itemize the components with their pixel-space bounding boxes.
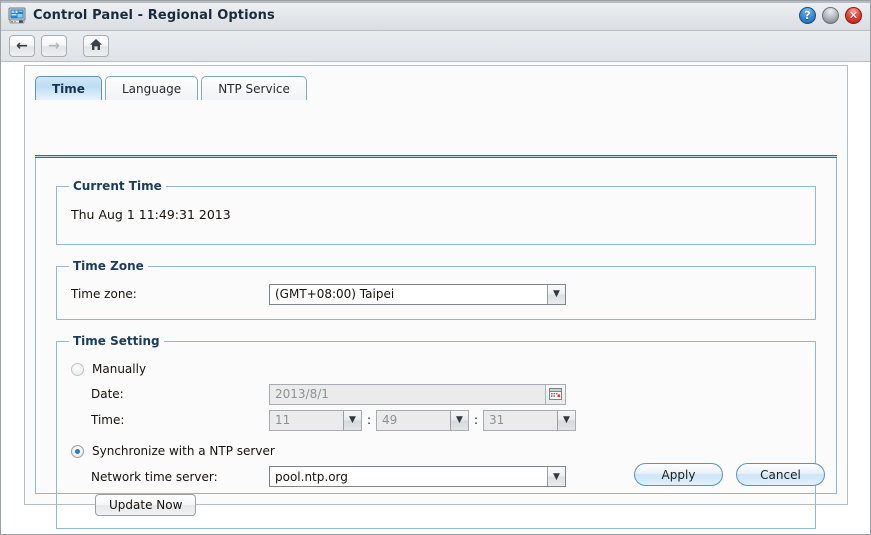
tab-bar: Time Language NTP Service [35,75,847,100]
minimize-icon [823,8,838,23]
update-now-button[interactable]: Update Now [95,494,197,516]
manual-radio-row[interactable]: Manually [67,357,805,381]
time-zone-legend: Time Zone [73,259,144,273]
close-icon: ✕ [848,9,859,22]
apply-button[interactable]: Apply [634,463,723,486]
date-value: 2013/8/1 [275,387,329,401]
chevron-down-icon: ▼ [547,467,565,486]
hour-select[interactable]: 11 ▼ [269,409,362,431]
second-value: 31 [489,413,505,427]
application-window: Control Panel - Regional Options ? ✕ ← → [0,0,871,535]
control-panel-icon [8,7,26,24]
tab-language[interactable]: Language [104,76,199,100]
time-separator: : [366,413,372,427]
chevron-down-icon: ▼ [557,410,575,430]
chevron-down-icon: ▼ [547,284,565,304]
date-field[interactable]: 2013/8/1 [269,383,566,405]
time-label: Time: [91,413,125,427]
forward-button[interactable]: → [41,35,67,57]
minute-select[interactable]: 49 ▼ [376,409,469,431]
manual-radio-label: Manually [92,362,147,376]
current-time-legend: Current Time [73,179,162,193]
date-label: Date: [91,387,124,401]
minute-value: 49 [382,413,398,427]
home-icon [89,38,103,54]
ntp-server-label: Network time server: [91,469,218,484]
ntp-radio-row[interactable]: Synchronize with a NTP server [67,439,805,463]
time-setting-legend: Time Setting [73,334,160,348]
tab-time[interactable]: Time [35,76,102,100]
time-zone-value: (GMT+08:00) Taipei [275,287,395,301]
current-time-group: Current Time Thu Aug 1 11:49:31 2013 [56,179,816,245]
chevron-down-icon: ▼ [450,410,468,430]
back-button[interactable]: ← [9,35,35,57]
time-zone-label: Time zone: [71,287,137,301]
tab-label: NTP Service [218,81,290,96]
ntp-radio[interactable] [71,444,84,458]
home-button[interactable] [83,35,109,57]
help-button[interactable]: ? [799,7,816,24]
chevron-down-icon: ▼ [343,410,361,430]
dialog-actions: Apply Cancel [634,463,825,486]
tab-label: Time [52,81,85,96]
minimize-button[interactable] [822,7,839,24]
date-row: Date: 2013/8/1 [67,381,805,407]
navigation-toolbar: ← → [1,31,870,62]
update-now-row: Update Now [67,494,805,516]
window-title: Control Panel - Regional Options [33,8,275,23]
arrow-right-icon: → [48,38,60,54]
time-zone-group: Time Zone Time zone: (GMT+08:00) Taipei … [56,259,816,320]
title-bar: Control Panel - Regional Options ? ✕ [1,1,870,31]
tab-ntp-service[interactable]: NTP Service [201,76,307,100]
cancel-button[interactable]: Cancel [736,463,825,486]
time-separator: : [473,413,479,427]
arrow-left-icon: ← [16,38,28,54]
manual-radio[interactable] [71,362,84,376]
calendar-icon[interactable] [545,384,565,404]
window-controls: ? ✕ [799,7,862,24]
second-select[interactable]: 31 ▼ [483,409,576,431]
ntp-server-value: pool.ntp.org [275,469,348,484]
time-row: Time: 11 ▼ : 49 ▼ : 31 ▼ [67,407,805,433]
current-time-value: Thu Aug 1 11:49:31 2013 [71,207,231,222]
tab-panel-time: Current Time Thu Aug 1 11:49:31 2013 Tim… [35,158,837,529]
time-setting-group: Time Setting Manually Date: 2013/8/1 Tim… [56,334,816,529]
time-zone-select[interactable]: (GMT+08:00) Taipei ▼ [269,283,566,305]
hour-value: 11 [275,413,291,427]
content-panel: Time Language NTP Service Current Time T… [24,65,848,529]
help-icon: ? [804,9,811,22]
tab-label: Language [121,81,182,96]
ntp-radio-label: Synchronize with a NTP server [92,444,275,458]
close-button[interactable]: ✕ [845,7,862,24]
ntp-server-select[interactable]: pool.ntp.org ▼ [269,466,566,487]
